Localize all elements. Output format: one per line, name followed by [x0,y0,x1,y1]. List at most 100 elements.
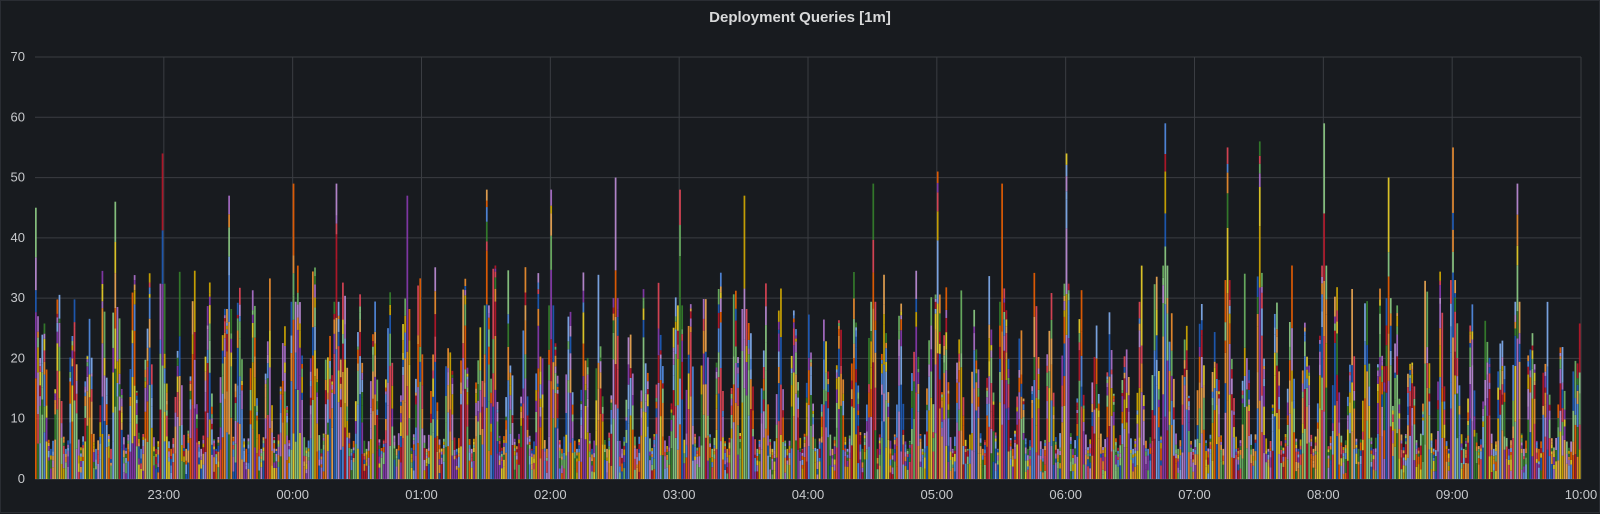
bar-segment [434,314,437,337]
bar-segment [966,456,969,465]
bar-segment [1327,455,1330,459]
bar-segment [1477,464,1480,479]
bar-segment [666,455,668,460]
bar-segment [127,440,130,444]
bar-segment [494,277,497,289]
bar-segment [1072,457,1074,465]
bar-segment [788,440,791,446]
bar-segment [92,433,95,443]
bar-segment [859,444,862,452]
bar-segment [1336,374,1338,401]
bar-segment [434,336,437,362]
bar-segment [853,343,855,358]
bar-segment [992,392,995,402]
bar-segment [548,380,550,437]
bar-segment [1288,380,1291,414]
bar-segment [385,379,387,388]
bar-segment [1282,466,1285,479]
bar-segment [1563,419,1566,427]
bar-segment [1007,451,1010,479]
bar-segment [1503,365,1506,380]
bar-segment [92,448,95,453]
bar-segment [700,445,703,479]
bar-segment [810,425,812,479]
bar-segment [503,446,505,455]
bar-segment [1078,333,1081,343]
bar-segment [498,437,501,441]
bar-segment [333,301,336,314]
bar-segment [146,347,149,361]
bar-segment [125,473,127,479]
bar-segment [189,438,192,479]
bar-segment [610,395,613,400]
bar-segment [290,301,293,336]
bar-segment [320,456,323,460]
bar-segment [938,343,941,354]
bar-segment [1503,379,1506,393]
bar-segment [153,451,155,456]
bar-segment [406,351,409,387]
bar-segment [1452,229,1454,252]
bar-segment [1553,469,1555,479]
bar-segment [887,439,890,479]
bar-segment [1422,411,1424,415]
bar-segment [977,453,980,479]
bar-segment [1533,369,1536,373]
bar-segment [460,393,462,405]
bar-segment [1115,470,1117,479]
bar-segment [1192,448,1195,450]
bar-segment [230,417,233,479]
bar-segment [159,409,162,479]
bar-segment [262,460,265,479]
bar-segment [198,441,200,442]
bar-segment [1507,464,1510,479]
bar-segment [1443,424,1446,438]
bar-segment [576,472,578,479]
bar-segment [198,447,200,452]
bar-segment [1357,461,1360,465]
bar-segment [636,452,638,458]
bar-segment [1411,388,1414,408]
bar-segment [284,372,286,392]
bar-segment [1263,453,1265,479]
bar-segment [258,434,261,450]
bar-segment [1151,440,1154,454]
bar-segment [936,353,939,479]
bar-segment [777,310,780,322]
bar-segment [462,289,465,344]
bar-segment [855,382,857,435]
bar-segment [1248,383,1250,390]
bar-segment [1548,410,1551,420]
bar-segment [872,308,875,363]
bar-segment [232,456,235,472]
bar-segment [1063,283,1066,296]
bar-segment [1465,446,1467,450]
bar-segment [1243,375,1246,408]
bar-segment [509,385,512,396]
bar-segment [1314,454,1317,470]
bar-segment [1377,364,1379,368]
bar-segment [1544,375,1547,388]
bar-segment [43,323,46,334]
bar-segment [990,453,993,479]
bar-segment [75,413,78,449]
bar-segment [236,385,239,423]
bar-segment [503,436,505,440]
bar-segment [816,468,819,475]
bar-segment [138,435,140,439]
bar-segment [1080,406,1083,479]
bar-segment [990,357,993,384]
bar-segment [986,415,988,447]
bar-segment [1134,443,1137,448]
bar-segment [1052,392,1055,407]
bar-segment [941,407,943,422]
bar-segment [352,453,355,458]
bar-segment [77,439,80,456]
bar-segment [797,408,799,418]
bar-segment [1179,446,1182,450]
bar-segment [417,442,419,479]
bar-segment [938,408,941,479]
bar-segment [964,446,967,450]
bar-segment [642,361,645,412]
bar-segment [1149,453,1152,461]
